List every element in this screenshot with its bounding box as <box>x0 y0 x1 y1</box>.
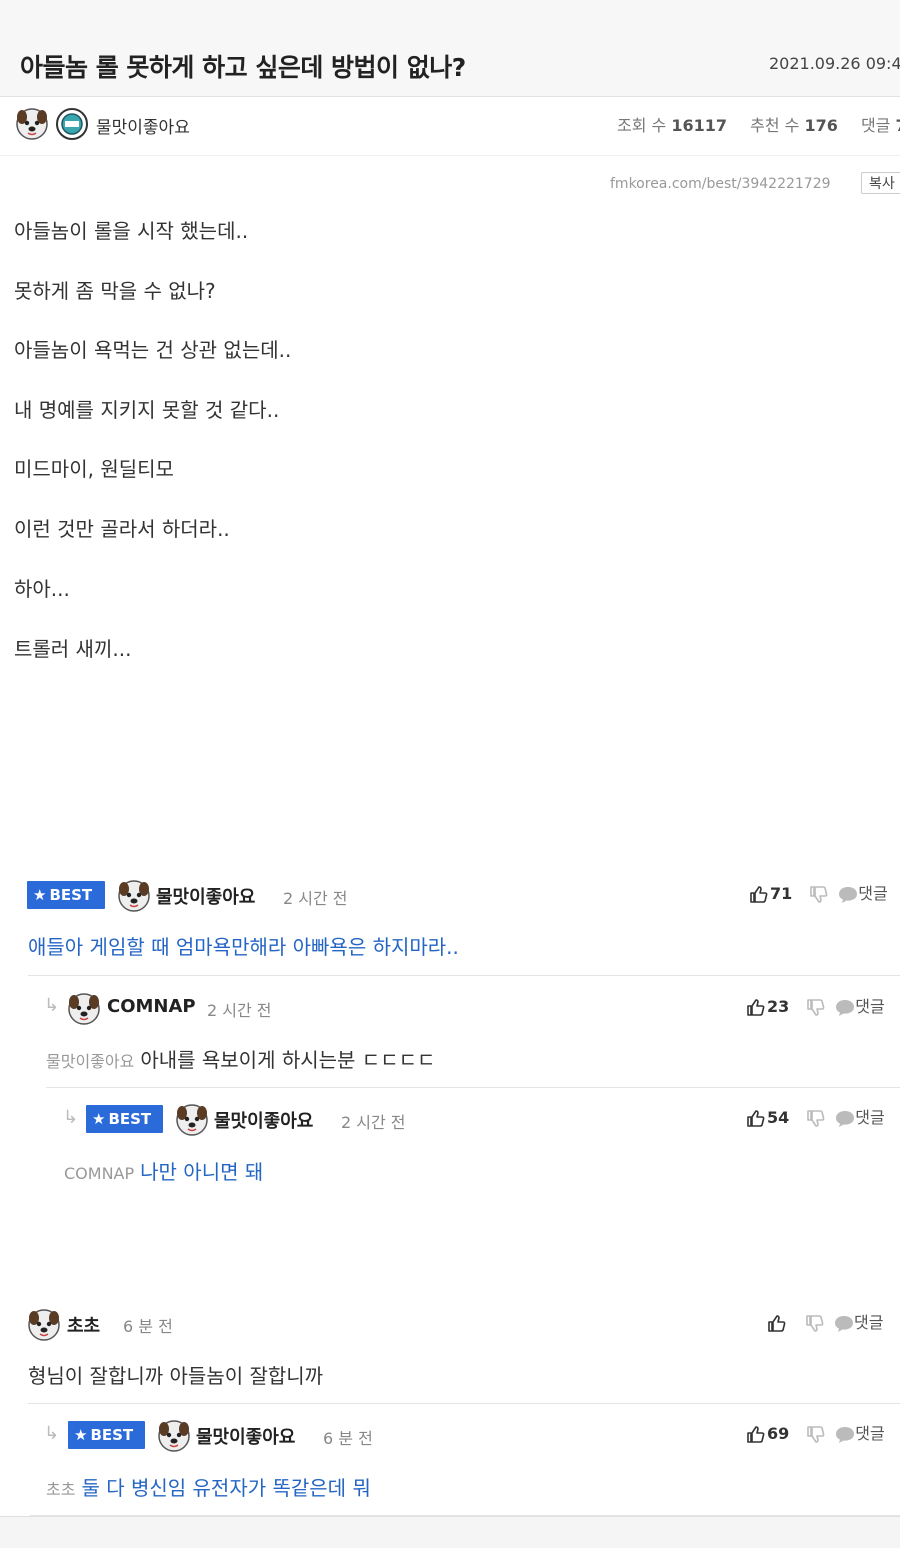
comment-time: 2 시간 전 <box>207 997 272 1021</box>
chat-bubble-icon <box>835 1109 855 1129</box>
comment-mention[interactable]: 물맛이좋아요 <box>46 1052 134 1071</box>
comment-text: COMNAP나만 아니면 돼 <box>64 1156 263 1185</box>
comment-time: 6 분 전 <box>323 1425 373 1449</box>
post-body-line: 이런 것만 골라서 하더라.. <box>14 513 230 542</box>
thumbs-down-icon[interactable] <box>805 998 825 1018</box>
comment-votes: 23댓글 <box>745 993 885 1018</box>
post-body-line: 하아... <box>14 573 70 602</box>
best-badge: ★BEST <box>27 881 105 909</box>
comment-votes: 71댓글 <box>748 880 888 905</box>
thumbs-down-icon[interactable] <box>804 1314 824 1334</box>
copy-button[interactable]: 복사 <box>861 172 900 194</box>
dog-avatar-icon <box>118 880 150 912</box>
comment-text: 애들아 게임할 때 엄마욕만해라 아빠욕은 하지마라.. <box>28 931 459 960</box>
chat-bubble-icon <box>834 1314 854 1334</box>
star-icon: ★ <box>92 1110 105 1128</box>
level-badge-icon <box>56 108 88 140</box>
comment-text: 초초둘 다 병신임 유전자가 똑같은데 뭐 <box>46 1472 371 1501</box>
comment-divider <box>46 1087 900 1088</box>
post-body-line: 트롤러 새끼... <box>14 633 131 662</box>
dog-avatar-icon <box>68 993 100 1025</box>
comment-votes: 54댓글 <box>745 1104 885 1129</box>
comment-time: 2 시간 전 <box>341 1109 406 1133</box>
thumbs-down-icon[interactable] <box>808 885 828 905</box>
thumbs-up-icon[interactable] <box>745 998 765 1018</box>
post-date: 2021.09.26 09:4 <box>769 54 900 73</box>
comment-mention[interactable]: 초초 <box>46 1480 75 1499</box>
post-author[interactable]: 물맛이좋아요 <box>96 113 190 138</box>
comment-text: 형님이 잘합니까 아들놈이 잘합니까 <box>28 1360 323 1389</box>
comment-author[interactable]: 초초 <box>67 1312 100 1338</box>
post-body-line: 아들놈이 욕먹는 건 상관 없는데.. <box>14 334 291 363</box>
comment-author[interactable]: 물맛이좋아요 <box>214 1107 313 1133</box>
thumbs-up-icon[interactable] <box>745 1109 765 1129</box>
comments-label: 댓글 <box>861 116 890 135</box>
bottom-bar <box>0 1516 900 1548</box>
dog-avatar-icon <box>16 108 48 140</box>
thumbs-down-icon[interactable] <box>805 1425 825 1445</box>
views-count: 16117 <box>671 116 727 135</box>
reply-button[interactable]: 댓글 <box>835 997 884 1016</box>
star-icon: ★ <box>33 886 46 904</box>
dog-avatar-icon <box>176 1104 208 1136</box>
recommend-count: 176 <box>804 116 837 135</box>
chat-bubble-icon <box>835 998 855 1018</box>
post-body-line: 내 명예를 지키지 못할 것 같다.. <box>14 394 279 423</box>
post-title: 아들놈 롤 못하게 하고 싶은데 방법이 없나? <box>20 48 466 84</box>
post-body-line: 미드마이, 원딜티모 <box>14 453 174 482</box>
comment-time: 6 분 전 <box>123 1313 173 1337</box>
views-label: 조회 수 <box>617 116 666 135</box>
dog-avatar-icon <box>28 1309 60 1341</box>
reply-arrow-icon: ↳ <box>44 995 59 1016</box>
post-body-line: 못하게 좀 막을 수 없나? <box>14 275 216 304</box>
thumbs-up-icon[interactable] <box>745 1425 765 1445</box>
comment-divider <box>28 975 900 976</box>
reply-arrow-icon: ↳ <box>44 1423 59 1444</box>
reply-arrow-icon: ↳ <box>63 1107 78 1128</box>
post-body-line: 아들놈이 롤을 시작 했는데.. <box>14 215 248 244</box>
chat-bubble-icon <box>835 1425 855 1445</box>
chat-bubble-icon <box>838 885 858 905</box>
comment-votes: 69댓글 <box>745 1420 885 1445</box>
comment-text: 물맛이좋아요아내를 욕보이게 하시는분 ㄷㄷㄷㄷ <box>46 1044 435 1073</box>
top-bar <box>0 0 900 37</box>
reply-button[interactable]: 댓글 <box>834 1313 883 1332</box>
comments-count: 7 <box>896 116 900 135</box>
star-icon: ★ <box>74 1426 87 1444</box>
comment-author[interactable]: COMNAP <box>107 996 196 1017</box>
best-badge: ★BEST <box>68 1421 145 1449</box>
post-url[interactable]: fmkorea.com/best/3942221729 <box>610 176 831 192</box>
best-badge: ★BEST <box>86 1105 163 1133</box>
comment-divider <box>28 1403 900 1404</box>
post-stats: 조회 수 16117 추천 수 176 댓글 7 <box>617 112 900 136</box>
reply-button[interactable]: 댓글 <box>838 884 887 903</box>
comment-mention[interactable]: COMNAP <box>64 1164 134 1183</box>
reply-button[interactable]: 댓글 <box>835 1424 884 1443</box>
comment-votes: 댓글 <box>766 1309 883 1334</box>
comment-author[interactable]: 물맛이좋아요 <box>196 1423 295 1449</box>
reply-button[interactable]: 댓글 <box>835 1108 884 1127</box>
recommend-label: 추천 수 <box>750 116 799 135</box>
dog-avatar-icon <box>158 1420 190 1452</box>
comment-time: 2 시간 전 <box>283 885 348 909</box>
comment-author[interactable]: 물맛이좋아요 <box>156 883 255 909</box>
thumbs-up-icon[interactable] <box>748 885 768 905</box>
thumbs-up-icon[interactable] <box>766 1314 786 1334</box>
thumbs-down-icon[interactable] <box>805 1109 825 1129</box>
